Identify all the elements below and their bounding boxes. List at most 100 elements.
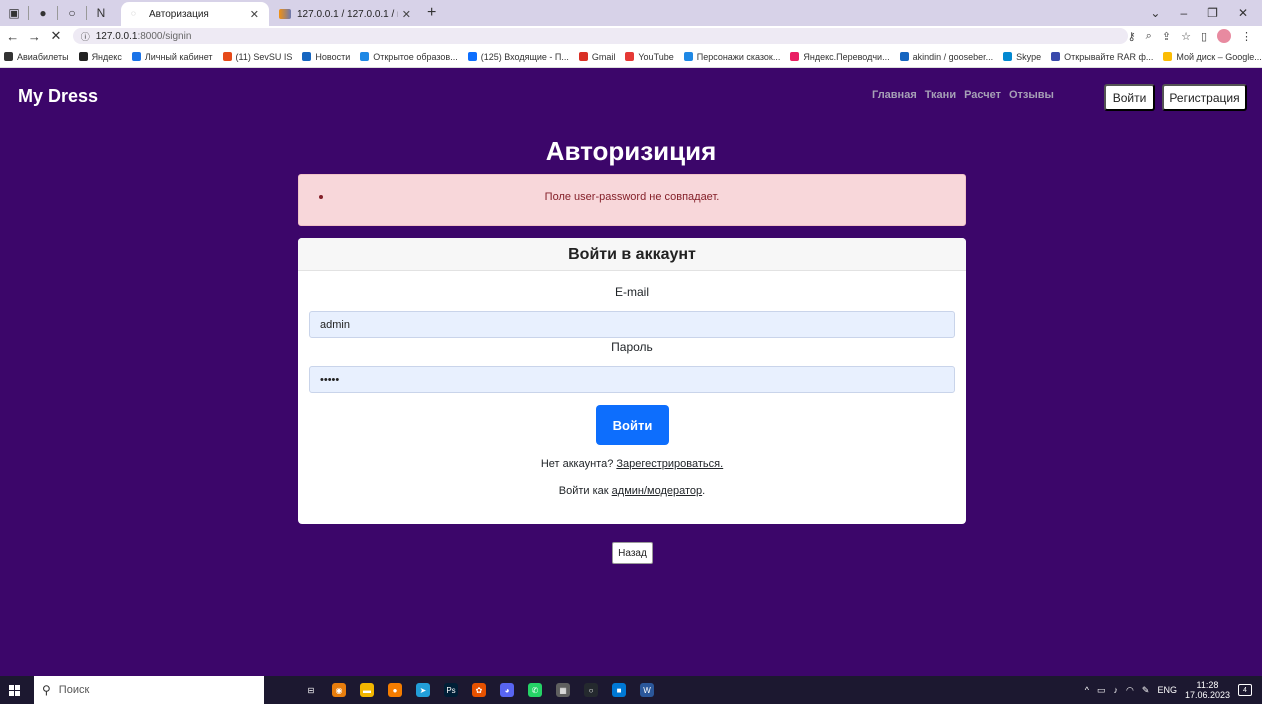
bookmark-label: Авиабилеты — [17, 51, 69, 62]
whatsapp-icon[interactable]: ✆ — [528, 683, 542, 697]
nav-link-reviews[interactable]: Отзывы — [1009, 89, 1054, 101]
stop-icon[interactable]: ✕ — [47, 28, 65, 44]
task-view-icon[interactable]: ⊟ — [304, 683, 318, 697]
bookmark-favicon-icon — [790, 52, 800, 61]
pen-icon[interactable]: ✎ — [1142, 685, 1150, 696]
tab-signin[interactable]: ◌ Авторизация ✕ — [121, 2, 269, 26]
bookmark-item[interactable]: Авиабилеты — [4, 52, 69, 62]
password-field[interactable] — [309, 366, 955, 393]
avatar[interactable] — [1217, 29, 1231, 43]
error-alert: Поле user-password не совпадает. — [298, 174, 966, 226]
bookmark-item[interactable]: (125) Входящие - П... — [467, 52, 569, 62]
clock[interactable]: 11:28 17.06.2023 — [1185, 680, 1230, 700]
divider — [57, 6, 58, 20]
photoshop-icon[interactable]: Ps — [444, 683, 458, 697]
bookmark-item[interactable]: Skype — [1003, 52, 1041, 62]
battery-icon[interactable]: ▭ — [1097, 685, 1106, 696]
card-header: Войти в аккаунт — [298, 238, 966, 271]
bookmark-label: (11) SevSU IS — [235, 51, 293, 62]
email-field[interactable] — [309, 311, 955, 338]
extension-icon[interactable]: ● — [33, 3, 53, 23]
no-account-line: Нет аккаунта? Зарегестрироваться. — [298, 458, 966, 470]
close-icon[interactable]: ✕ — [250, 8, 259, 21]
volume-icon[interactable]: ♪ — [1114, 685, 1119, 695]
bookmark-item[interactable]: YouTube — [625, 52, 674, 62]
star-icon[interactable]: ☆ — [1181, 30, 1191, 43]
nav-link-home[interactable]: Главная — [872, 89, 917, 101]
nav-link-calculation[interactable]: Расчет — [964, 89, 1001, 101]
tab-title: 127.0.0.1 / 127.0.0.1 / mydress / — [297, 8, 398, 20]
bookmark-item[interactable]: Личный кабинет — [131, 52, 213, 62]
zoom-icon[interactable]: ⌕ — [1146, 30, 1152, 43]
chrome-icon[interactable]: ● — [388, 683, 402, 697]
bookmark-label: Skype — [1016, 51, 1042, 62]
calculator-icon[interactable]: ▦ — [556, 683, 570, 697]
url-input[interactable]: ⓘ 127.0.0.1:8000/signin — [72, 28, 1128, 44]
email-label: E-mail — [614, 285, 649, 299]
site-navbar: My Dress Главная Ткани Расчет Отзывы Вой… — [0, 68, 1262, 126]
app-icon[interactable]: ■ — [612, 683, 626, 697]
search-icon: ⚲ — [42, 683, 51, 697]
menu-icon[interactable]: ⋮ — [1241, 30, 1252, 43]
divider — [86, 6, 87, 20]
notification-icon[interactable]: 4 — [1238, 684, 1252, 696]
tab-actions-icon[interactable]: ▣ — [4, 3, 24, 23]
phpmyadmin-icon — [279, 9, 291, 19]
new-tab-icon[interactable]: + — [427, 4, 436, 22]
share-icon[interactable]: ⇪ — [1162, 30, 1171, 43]
close-icon[interactable]: ✕ — [402, 8, 411, 21]
tab-title: Авторизация — [149, 8, 209, 20]
submit-button[interactable]: Войти — [596, 405, 669, 445]
wifi-icon[interactable]: ◠ — [1126, 685, 1134, 696]
bookmark-item[interactable]: Новости — [302, 52, 350, 62]
bookmark-item[interactable]: Открытое образов... — [360, 52, 458, 62]
close-window-icon[interactable]: ✕ — [1238, 6, 1248, 20]
bookmark-favicon-icon — [1003, 52, 1013, 61]
bookmark-favicon-icon — [578, 52, 588, 61]
divider — [28, 6, 29, 20]
discord-icon[interactable]: ◕ — [500, 683, 514, 697]
bookmark-favicon-icon — [302, 52, 312, 61]
bookmark-item[interactable]: (11) SevSU IS — [222, 51, 293, 62]
github-icon[interactable]: ○ — [584, 683, 598, 697]
bookmark-item[interactable]: Персонажи сказок... — [683, 52, 780, 62]
chevron-up-icon[interactable]: ^ — [1085, 685, 1089, 695]
login-button[interactable]: Войти — [1104, 84, 1155, 111]
tab-search-icon[interactable]: ⌄ — [1150, 6, 1160, 20]
bookmark-label: Яндекс.Переводчи... — [803, 51, 890, 62]
explorer-icon[interactable]: ▬ — [360, 683, 374, 697]
restore-icon[interactable]: ❐ — [1207, 6, 1218, 20]
info-icon[interactable]: ⓘ — [81, 30, 90, 43]
language-indicator[interactable]: ENG — [1157, 685, 1177, 695]
nav-link-fabrics[interactable]: Ткани — [925, 89, 956, 101]
bookmark-item[interactable]: akindin / gooseber... — [899, 52, 993, 62]
blender-icon[interactable]: ◉ — [332, 683, 346, 697]
key-icon[interactable]: ⚷ — [1128, 30, 1136, 43]
windows-start-icon[interactable] — [0, 676, 28, 704]
admin-moderator-link[interactable]: админ/модератор — [612, 485, 703, 497]
register-button[interactable]: Регистрация — [1162, 84, 1247, 111]
back-arrow-icon[interactable]: ← — [4, 29, 22, 44]
github-icon[interactable]: ○ — [62, 3, 82, 23]
bookmark-item[interactable]: Мой диск – Google... — [1163, 51, 1262, 62]
bookmark-item[interactable]: Gmail — [578, 52, 615, 62]
telegram-icon[interactable]: ➤ — [416, 683, 430, 697]
bookmark-item[interactable]: Яндекс.Переводчи... — [790, 51, 890, 62]
word-icon[interactable]: W — [640, 683, 654, 697]
forward-arrow-icon[interactable]: → — [26, 29, 44, 44]
taskbar-search[interactable]: ⚲ Поиск — [34, 676, 264, 704]
url-host: 127.0.0.1 — [95, 30, 138, 42]
site-brand[interactable]: My Dress — [18, 86, 98, 107]
bookmark-label: Мой диск – Google... — [1176, 51, 1262, 62]
bookmark-item[interactable]: Открывайте RAR ф... — [1051, 52, 1153, 62]
davinci-icon[interactable]: ✿ — [472, 683, 486, 697]
back-button[interactable]: Назад — [612, 542, 653, 564]
bookmark-label: Новости — [315, 51, 351, 62]
sidebar-icon[interactable]: ▯ — [1201, 30, 1207, 43]
address-bar-actions: ⚷ ⌕ ⇪ ☆ ▯ ⋮ — [1128, 29, 1262, 43]
bookmark-item[interactable]: Яндекс — [78, 52, 122, 62]
tab-phpmyadmin[interactable]: 127.0.0.1 / 127.0.0.1 / mydress / ✕ — [269, 2, 421, 26]
notion-icon[interactable]: N — [91, 3, 111, 23]
register-link[interactable]: Зарегестрироваться. — [616, 458, 723, 470]
minimize-icon[interactable]: – — [1180, 6, 1187, 20]
